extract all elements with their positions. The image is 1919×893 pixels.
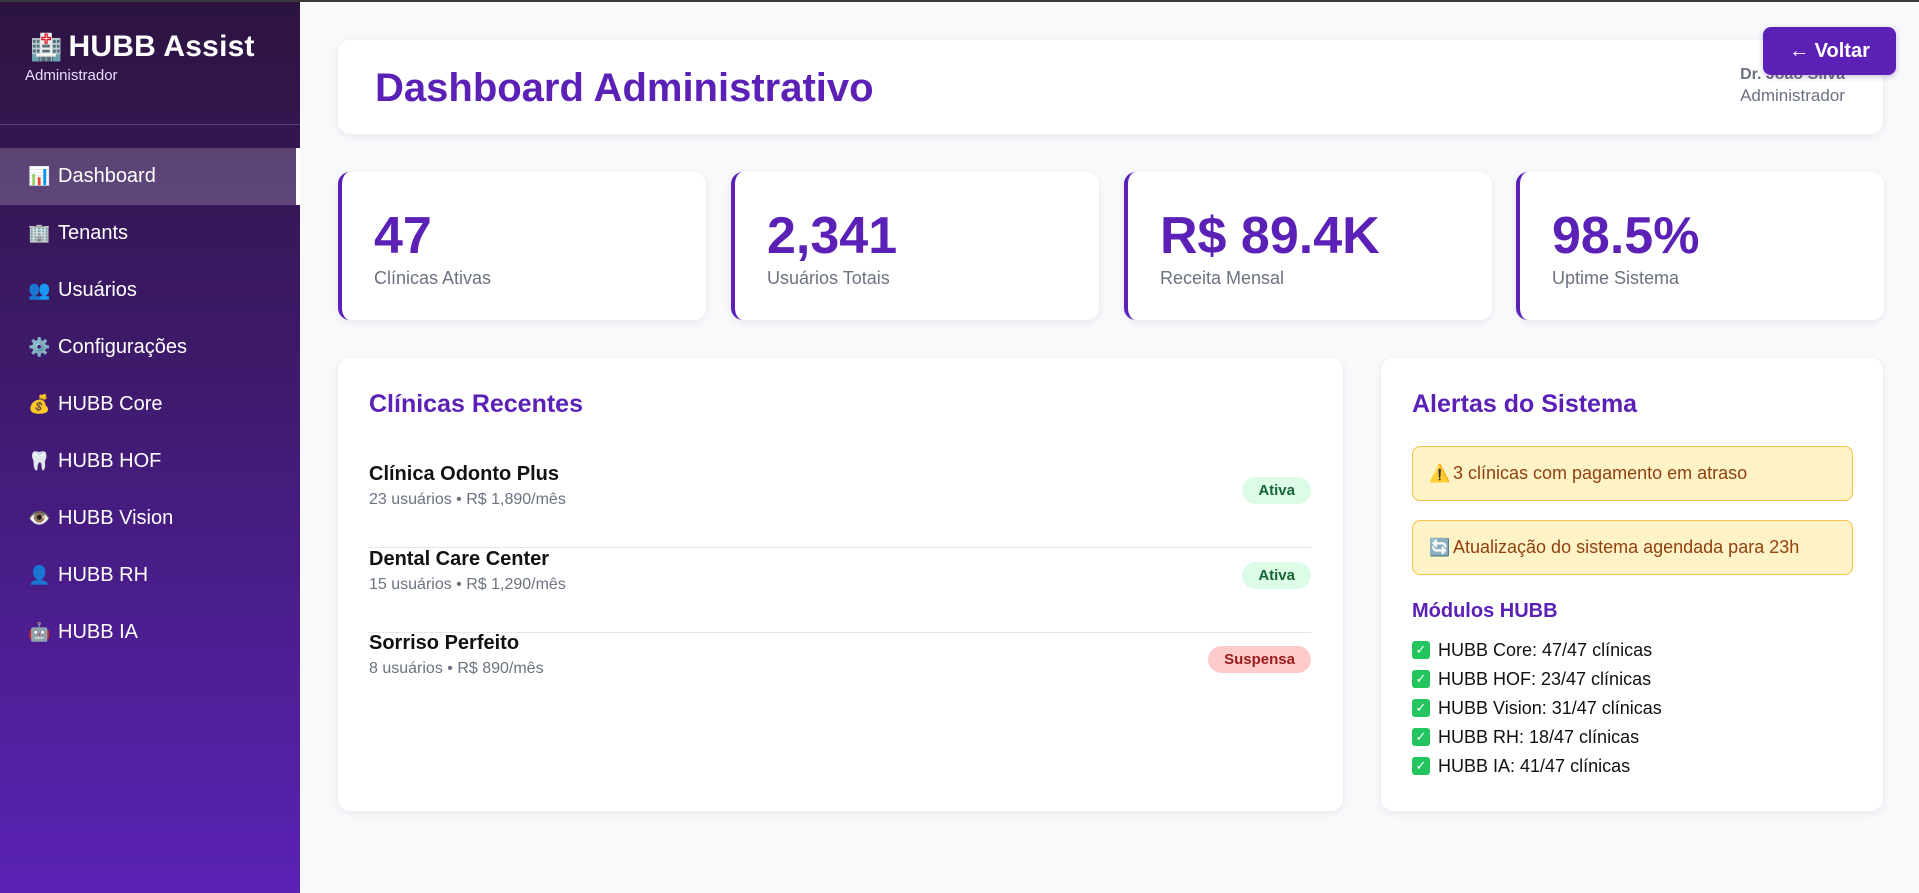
module-item: ✓ HUBB RH: 18/47 clínicas [1412, 725, 1639, 749]
alert-text: 3 clínicas com pagamento em atraso [1453, 463, 1748, 483]
list-item[interactable]: Clínica Odonto Plus 23 usuários • R$ 1,8… [369, 463, 1311, 548]
robot-icon: 🤖 [28, 622, 51, 642]
stat-value: 47 [374, 207, 432, 265]
sidebar-item-label: Dashboard [58, 165, 156, 187]
chart-icon: 📊 [28, 166, 51, 186]
stat-card-receita: R$ 89.4K Receita Mensal [1124, 172, 1492, 320]
module-text: HUBB Core: 47/47 clínicas [1438, 639, 1653, 660]
refresh-icon: 🔄 [1429, 537, 1451, 557]
brand: 🏥 HUBB Assist Administrador [0, 2, 300, 125]
stat-card-clinicas: 47 Clínicas Ativas [338, 172, 706, 320]
sidebar-item-hubb-rh[interactable]: 👤 HUBB RH [0, 547, 300, 604]
modules-title: Módulos HUBB [1412, 600, 1558, 622]
stat-value: R$ 89.4K [1160, 207, 1380, 265]
status-badge: Ativa [1242, 562, 1311, 589]
tooth-icon: 🦷 [28, 451, 51, 471]
stat-label: Receita Mensal [1160, 268, 1285, 288]
stat-card-uptime: 98.5% Uptime Sistema [1516, 172, 1884, 320]
building-icon: 🏢 [28, 223, 51, 243]
alert-item: 🔄 Atualização do sistema agendada para 2… [1412, 520, 1853, 575]
stat-label: Usuários Totais [767, 268, 890, 288]
check-icon: ✓ [1412, 757, 1430, 775]
recent-clinics-panel: Clínicas Recentes Clínica Odonto Plus 23… [338, 358, 1343, 811]
check-icon: ✓ [1412, 670, 1430, 688]
check-icon: ✓ [1412, 641, 1430, 659]
module-item: ✓ HUBB Core: 47/47 clínicas [1412, 638, 1652, 662]
check-icon: ✓ [1412, 728, 1430, 746]
brand-name: HUBB Assist [68, 30, 255, 63]
sidebar-item-hubb-hof[interactable]: 🦷 HUBB HOF [0, 433, 300, 490]
brand-subtitle: Administrador [25, 67, 118, 84]
sidebar-item-hubb-ia[interactable]: 🤖 HUBB IA [0, 604, 300, 661]
brand-title: 🏥 HUBB Assist [30, 30, 255, 64]
check-icon: ✓ [1412, 699, 1430, 717]
stat-label: Uptime Sistema [1552, 268, 1680, 288]
eye-icon: 👁️ [28, 508, 51, 528]
clinic-name: Dental Care Center [369, 548, 550, 570]
sidebar-item-label: HUBB HOF [58, 450, 162, 472]
list-item[interactable]: Dental Care Center 15 usuários • R$ 1,29… [369, 548, 1311, 633]
stat-card-usuarios: 2,341 Usuários Totais [731, 172, 1099, 320]
stat-value: 98.5% [1552, 207, 1700, 265]
sidebar-item-hubb-vision[interactable]: 👁️ HUBB Vision [0, 490, 300, 547]
users-icon: 👥 [28, 280, 51, 300]
back-button[interactable]: ← Voltar [1763, 27, 1896, 75]
gear-icon: ⚙️ [28, 337, 51, 357]
panel-title: Clínicas Recentes [369, 390, 583, 418]
module-item: ✓ HUBB HOF: 23/47 clínicas [1412, 667, 1651, 691]
sidebar-nav: 📊 Dashboard 🏢 Tenants 👥 Usuários ⚙️ Conf… [0, 148, 300, 661]
module-text: HUBB Vision: 31/47 clínicas [1438, 697, 1662, 718]
status-badge: Ativa [1242, 477, 1311, 504]
stat-label: Clínicas Ativas [374, 268, 492, 288]
clinic-meta: 8 usuários • R$ 890/mês [369, 660, 544, 677]
sidebar: 🏥 HUBB Assist Administrador 📊 Dashboard … [0, 2, 300, 893]
clinic-name: Clínica Odonto Plus [369, 463, 560, 485]
module-item: ✓ HUBB IA: 41/47 clínicas [1412, 754, 1630, 778]
sidebar-item-label: Usuários [58, 279, 137, 301]
user-role: Administrador [1740, 86, 1845, 105]
sidebar-item-label: HUBB IA [58, 621, 139, 643]
person-icon: 👤 [28, 565, 51, 585]
alert-item: ⚠️ 3 clínicas com pagamento em atraso [1412, 446, 1853, 501]
sidebar-item-usuarios[interactable]: 👥 Usuários [0, 262, 300, 319]
money-bag-icon: 💰 [28, 394, 51, 414]
sidebar-item-configuracoes[interactable]: ⚙️ Configurações [0, 319, 300, 376]
module-text: HUBB RH: 18/47 clínicas [1438, 726, 1640, 747]
sidebar-item-label: Tenants [58, 222, 129, 244]
system-alerts-panel: Alertas do Sistema ⚠️ 3 clínicas com pag… [1381, 358, 1883, 811]
sidebar-item-label: HUBB Core [58, 393, 163, 415]
list-item[interactable]: Sorriso Perfeito 8 usuários • R$ 890/mês… [369, 632, 1311, 717]
sidebar-item-hubb-core[interactable]: 💰 HUBB Core [0, 376, 300, 433]
sidebar-item-label: Configurações [58, 336, 187, 358]
clinic-name: Sorriso Perfeito [369, 632, 520, 654]
sidebar-item-label: HUBB RH [58, 564, 149, 586]
warning-icon: ⚠️ [1429, 463, 1451, 483]
sidebar-item-label: HUBB Vision [58, 507, 174, 529]
alert-text: Atualização do sistema agendada para 23h [1453, 537, 1800, 557]
module-text: HUBB IA: 41/47 clínicas [1438, 755, 1631, 776]
clinic-meta: 15 usuários • R$ 1,290/mês [369, 576, 566, 593]
page-header: Dashboard Administrativo Dr. João Silva … [338, 40, 1883, 134]
sidebar-item-dashboard[interactable]: 📊 Dashboard [0, 148, 300, 205]
panel-title: Alertas do Sistema [1412, 390, 1638, 418]
module-item: ✓ HUBB Vision: 31/47 clínicas [1412, 696, 1662, 720]
stat-value: 2,341 [767, 207, 898, 265]
hospital-icon: 🏥 [30, 32, 63, 62]
sidebar-item-tenants[interactable]: 🏢 Tenants [0, 205, 300, 262]
module-text: HUBB HOF: 23/47 clínicas [1438, 668, 1652, 689]
clinic-meta: 23 usuários • R$ 1,890/mês [369, 491, 566, 508]
status-badge: Suspensa [1208, 646, 1311, 673]
page-title: Dashboard Administrativo [375, 66, 874, 110]
